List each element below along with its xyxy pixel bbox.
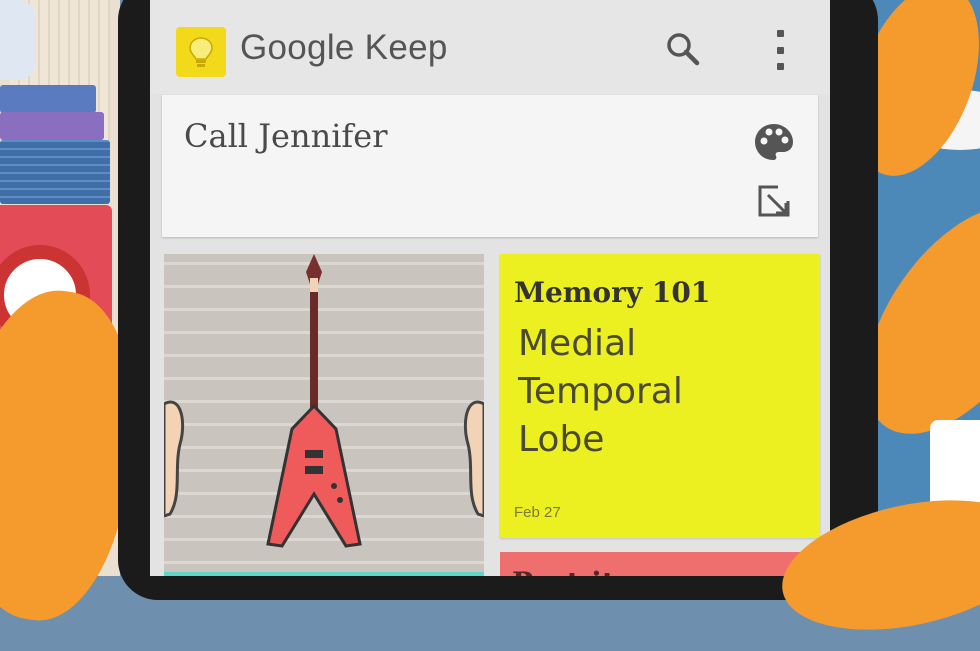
note-title: Post-it xyxy=(512,566,615,576)
note-title: Memory 101 xyxy=(514,276,711,309)
book xyxy=(0,85,96,113)
note-body: Medial Temporal Lobe xyxy=(518,320,683,464)
menu-dot xyxy=(776,46,784,54)
note-line: Temporal xyxy=(518,371,683,412)
note-color-strip xyxy=(164,572,484,576)
app-title: Google Keep xyxy=(240,28,448,67)
note-card[interactable]: Post-it xyxy=(500,552,820,576)
app-bar: Google Keep xyxy=(150,0,830,94)
phone-screen: Google Keep Call Jennifer Memory 101 Med… xyxy=(150,0,830,576)
palette-icon[interactable] xyxy=(752,121,796,165)
mug-illustration xyxy=(930,420,980,510)
lightbulb-icon[interactable] xyxy=(176,27,226,77)
book xyxy=(0,140,110,204)
note-line: Lobe xyxy=(518,419,605,460)
guitar-illustration xyxy=(164,254,484,548)
book xyxy=(0,112,104,140)
note-title: Call Jennifer xyxy=(184,117,388,155)
search-icon[interactable] xyxy=(666,32,700,66)
menu-dot xyxy=(776,30,784,37)
image-note-card[interactable] xyxy=(164,254,484,576)
note-line: Medial xyxy=(518,323,637,364)
expand-icon[interactable] xyxy=(756,183,792,219)
more-vert-icon[interactable] xyxy=(770,30,790,70)
note-date: Feb 27 xyxy=(514,504,561,521)
note-card[interactable]: Call Jennifer xyxy=(162,95,818,237)
robot-figure xyxy=(0,0,36,80)
note-card[interactable]: Memory 101 Medial Temporal Lobe Feb 27 xyxy=(500,254,820,538)
menu-dot xyxy=(776,63,784,70)
